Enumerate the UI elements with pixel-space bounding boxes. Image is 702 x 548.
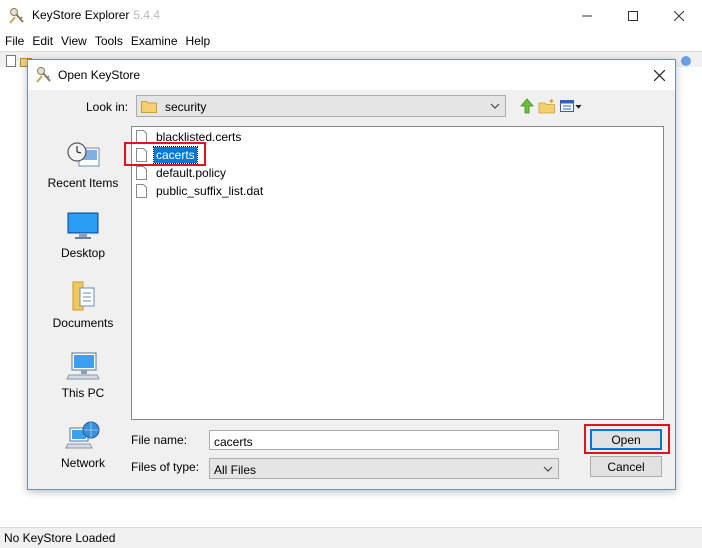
file-name: default.policy [156, 165, 227, 180]
file-item-default-policy[interactable]: default.policy [136, 164, 228, 181]
main-titlebar: KeyStore Explorer 5.4.4 [0, 0, 702, 31]
dialog-title: Open KeyStore [58, 68, 141, 82]
file-icon [136, 183, 147, 198]
files-of-type-label: Files of type: [131, 460, 200, 474]
place-network[interactable]: Network [37, 420, 129, 486]
network-icon [65, 421, 100, 449]
close-icon [674, 10, 684, 21]
toolbar-extra-icon[interactable] [680, 55, 692, 67]
place-label: Desktop [60, 246, 106, 260]
place-recent-items[interactable]: Recent Items [37, 140, 129, 206]
menu-file[interactable]: File [0, 31, 27, 51]
place-label: Network [60, 456, 105, 470]
file-list[interactable]: blacklisted.certs cacerts default.policy… [124, 126, 664, 420]
open-highlight-box [584, 424, 670, 454]
minimize-button[interactable] [564, 0, 610, 31]
place-label: Documents [52, 316, 114, 330]
file-name-label: File name: [131, 433, 188, 447]
place-label: Recent Items [47, 176, 119, 190]
file-icon [136, 165, 147, 180]
menubar: File Edit View Tools Examine Help [0, 31, 702, 51]
look-in-value: security [165, 100, 207, 114]
documents-icon [72, 281, 95, 311]
window-title: KeyStore Explorer 5.4.4 [32, 8, 160, 22]
look-in-label: Look in: [86, 100, 129, 114]
recent-items-icon [67, 142, 100, 167]
close-window-button[interactable] [656, 0, 702, 31]
file-name: public_suffix_list.dat [156, 183, 264, 198]
status-text: No KeyStore Loaded [4, 531, 116, 545]
files-of-type-value: All Files [214, 463, 257, 477]
menu-edit[interactable]: Edit [27, 31, 56, 51]
menu-tools[interactable]: Tools [90, 31, 126, 51]
open-keystore-dialog: Open KeyStore Look in: security ✶ Recent… [27, 59, 676, 490]
app-version: 5.4.4 [133, 8, 161, 22]
statusbar: No KeyStore Loaded [0, 527, 702, 548]
chevron-down-icon [490, 103, 500, 109]
desktop-icon [67, 212, 99, 239]
keystore-explorer-icon [36, 67, 51, 83]
view-menu-icon[interactable] [559, 97, 583, 115]
place-documents[interactable]: Documents [37, 280, 129, 346]
chevron-down-icon [543, 466, 553, 472]
file-name-input[interactable] [209, 430, 559, 450]
files-of-type-dropdown[interactable]: All Files [209, 458, 559, 479]
place-desktop[interactable]: Desktop [37, 210, 129, 276]
menu-view[interactable]: View [56, 31, 90, 51]
places-bar: Recent Items Desktop Documents This PC N… [37, 126, 129, 484]
this-pc-icon [66, 352, 100, 380]
close-icon [653, 69, 665, 81]
look-in-dropdown[interactable]: security [136, 95, 506, 117]
cancel-button[interactable]: Cancel [590, 456, 662, 477]
app-title: KeyStore Explorer [32, 8, 130, 22]
menu-help[interactable]: Help [181, 31, 214, 51]
svg-text:✶: ✶ [548, 97, 555, 106]
cacerts-highlight-box [124, 142, 206, 166]
place-label: This PC [61, 386, 105, 400]
create-new-folder-icon[interactable]: ✶ [538, 97, 556, 115]
new-file-icon[interactable] [5, 55, 17, 67]
maximize-button[interactable] [610, 0, 656, 31]
dialog-close-button[interactable] [646, 63, 672, 87]
up-one-level-icon[interactable] [518, 97, 536, 115]
keystore-explorer-icon [9, 8, 24, 24]
folder-icon [141, 101, 157, 113]
minimize-icon [582, 15, 592, 16]
menu-examine[interactable]: Examine [126, 31, 181, 51]
place-this-pc[interactable]: This PC [37, 350, 129, 416]
file-item-public-suffix-list[interactable]: public_suffix_list.dat [136, 182, 265, 199]
dialog-titlebar: Open KeyStore [28, 60, 675, 90]
maximize-icon [628, 10, 638, 21]
